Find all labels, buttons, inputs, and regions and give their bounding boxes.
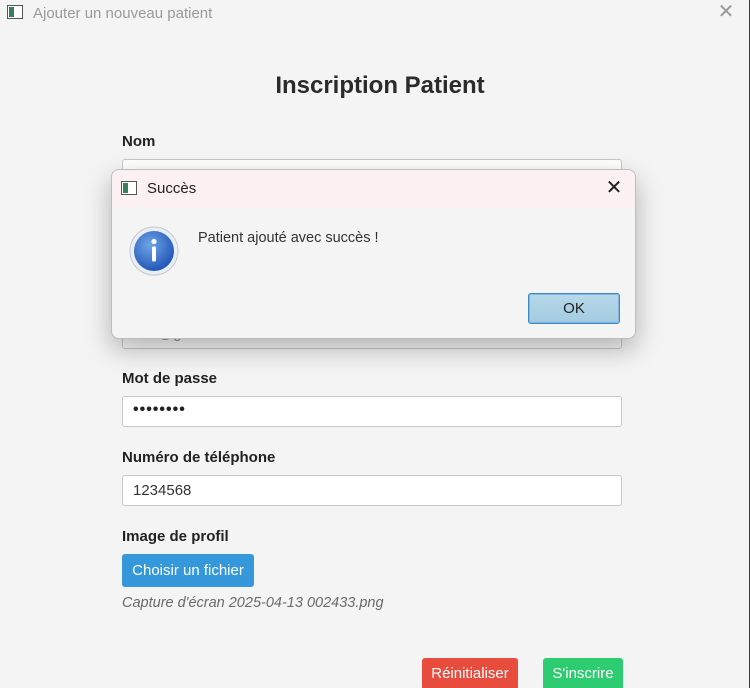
choose-file-button[interactable]: Choisir un fichier bbox=[122, 554, 254, 587]
phone-field[interactable]: 1234568 bbox=[122, 475, 622, 506]
app-icon bbox=[7, 5, 23, 19]
main-window: Ajouter un nouveau patient ✕ Inscription… bbox=[0, 0, 749, 688]
close-icon[interactable]: ✕ bbox=[716, 2, 736, 22]
success-dialog: Succès ✕ Patient ajouté avec succès ! OK bbox=[111, 169, 636, 339]
submit-button[interactable]: S'inscrire bbox=[543, 658, 623, 688]
image-label: Image de profil bbox=[122, 528, 229, 545]
reset-button[interactable]: Réinitialiser bbox=[422, 658, 518, 688]
dialog-message: Patient ajouté avec succès ! bbox=[198, 230, 379, 246]
password-field[interactable]: •••••••• bbox=[122, 396, 622, 427]
window-title: Ajouter un nouveau patient bbox=[33, 5, 213, 22]
dialog-title: Succès bbox=[147, 180, 197, 197]
close-icon[interactable]: ✕ bbox=[604, 178, 624, 198]
app-icon bbox=[121, 181, 137, 195]
nom-label: Nom bbox=[122, 133, 156, 150]
page-title: Inscription Patient bbox=[275, 72, 485, 99]
window-titlebar: Ajouter un nouveau patient ✕ bbox=[0, 0, 749, 28]
selected-file-name: Capture d'écran 2025-04-13 002433.png bbox=[122, 595, 384, 611]
password-label: Mot de passe bbox=[122, 370, 218, 387]
phone-label: Numéro de téléphone bbox=[122, 449, 276, 466]
ok-button[interactable]: OK bbox=[528, 293, 620, 324]
dialog-titlebar: Succès ✕ bbox=[112, 170, 635, 208]
info-icon bbox=[129, 226, 179, 276]
